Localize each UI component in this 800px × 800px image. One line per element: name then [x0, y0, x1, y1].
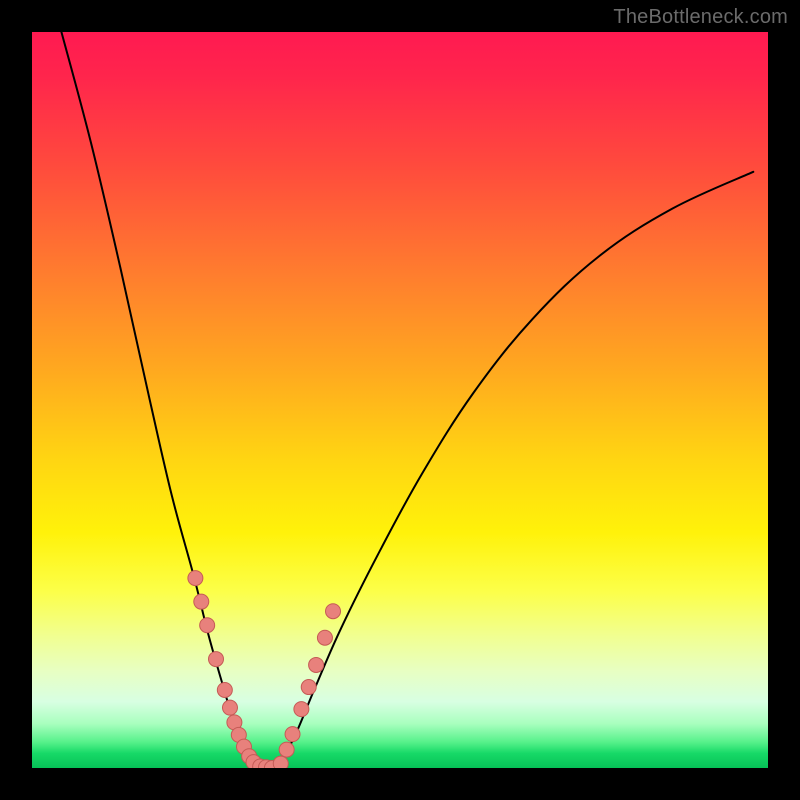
left-markers — [188, 571, 280, 768]
plot-area — [32, 32, 768, 768]
outer-frame: TheBottleneck.com — [0, 0, 800, 800]
watermark-text: TheBottleneck.com — [613, 6, 788, 29]
curve-layer — [32, 32, 768, 768]
left-curve — [61, 32, 258, 768]
right-curve — [275, 172, 753, 768]
right-markers — [273, 604, 340, 768]
